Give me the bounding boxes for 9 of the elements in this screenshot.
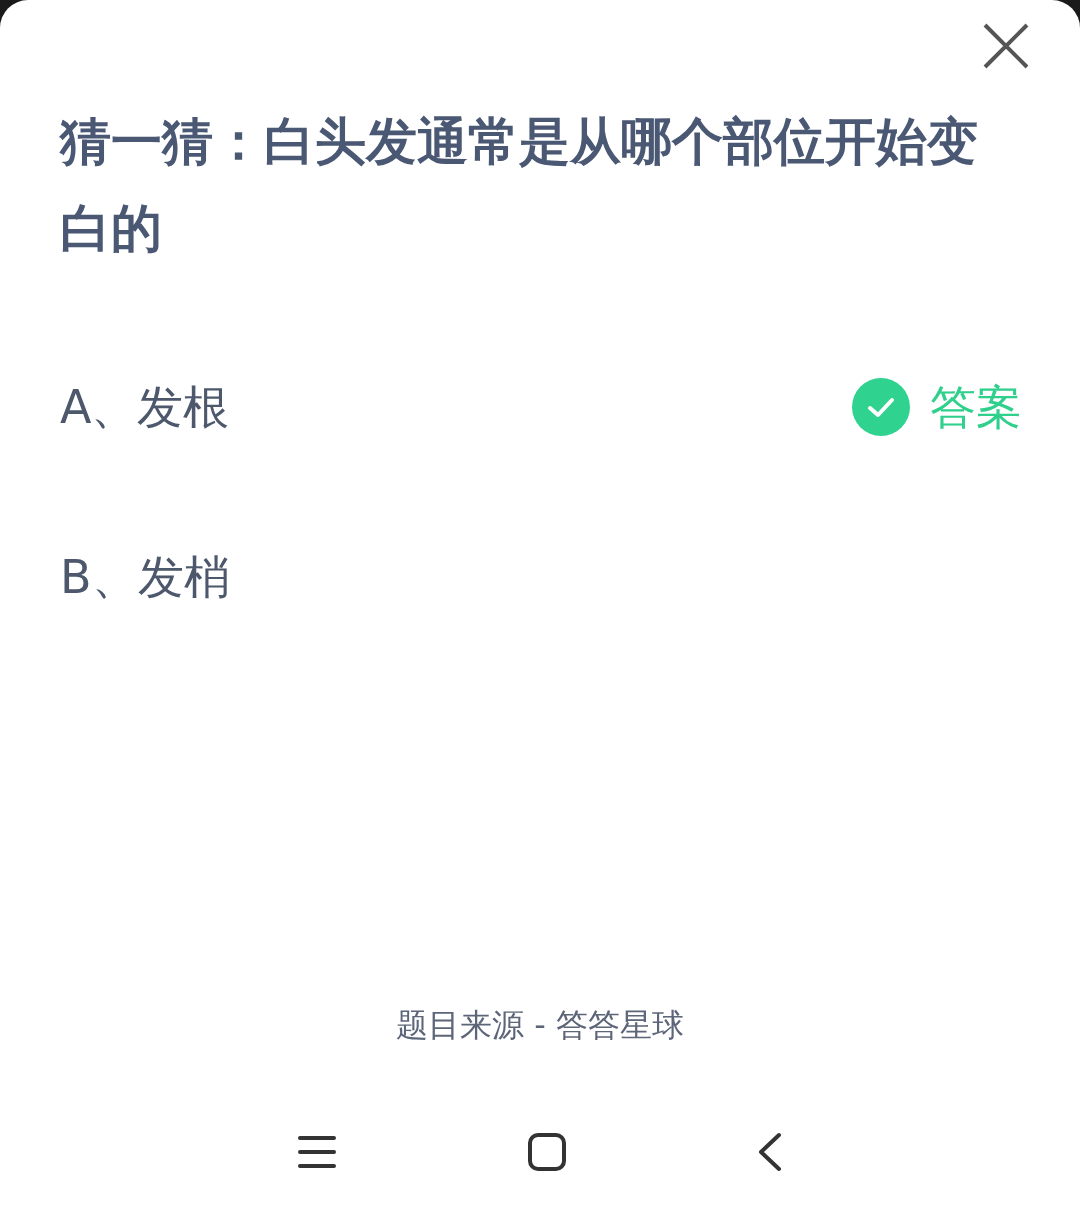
home-icon[interactable]: [527, 1132, 567, 1172]
back-icon[interactable]: [757, 1132, 783, 1172]
option-text[interactable]: B、发梢: [60, 542, 230, 612]
menu-icon[interactable]: [297, 1134, 337, 1170]
source-text: 题目来源 - 答答星球: [396, 1005, 684, 1046]
question-title: 猜一猜：白头发通常是从哪个部位开始变白的: [60, 111, 979, 260]
answer-label: 答案: [930, 378, 1022, 436]
close-icon[interactable]: [982, 22, 1030, 70]
option-text[interactable]: A、发根: [60, 372, 230, 442]
